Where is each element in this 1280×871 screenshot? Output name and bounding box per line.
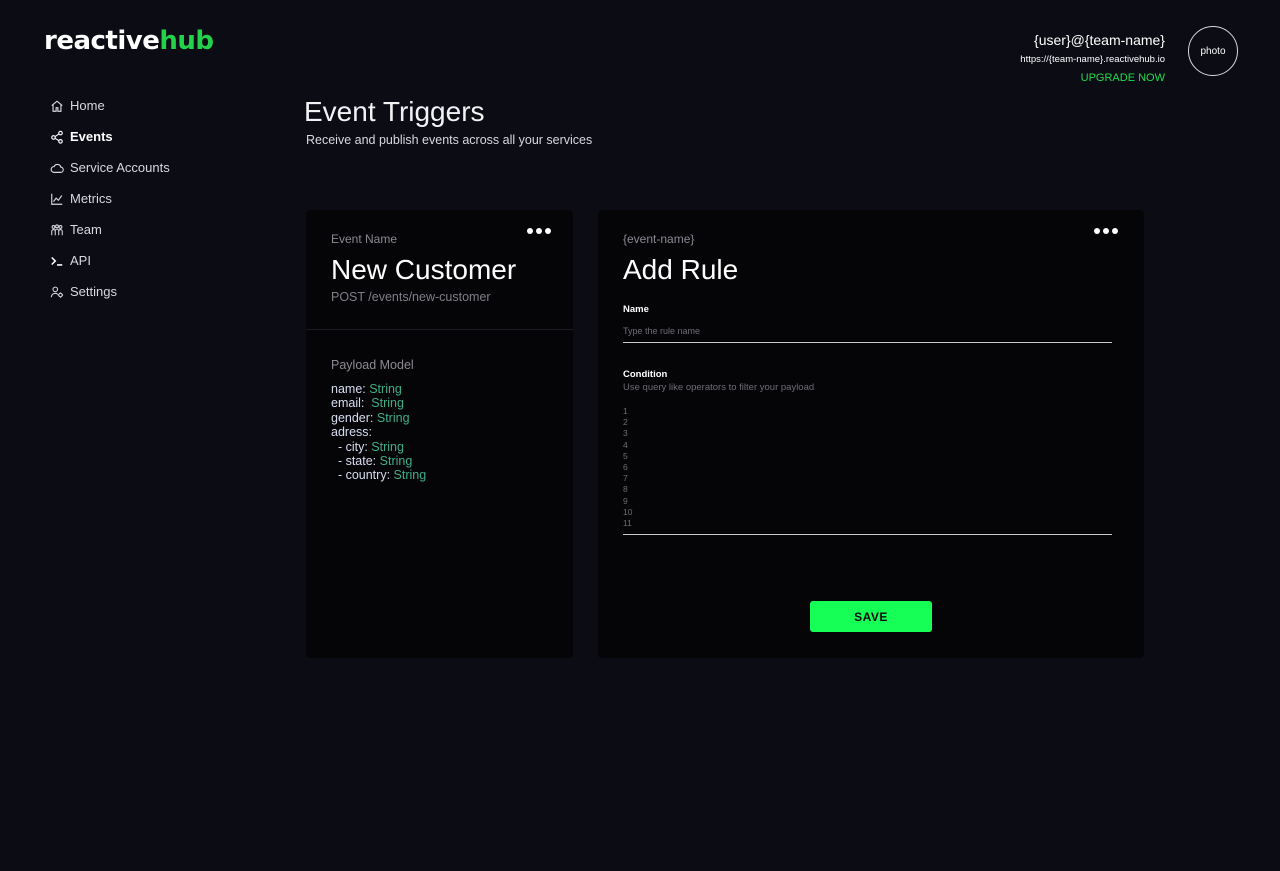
add-rule-title: Add Rule [623,254,739,285]
logo-text-accent: hub [159,26,214,56]
line-number: 3 [623,428,628,439]
sidebar-item-label: Events [70,129,113,144]
payload-field: name: String [331,382,402,396]
user-gear-icon [50,285,64,299]
logo[interactable]: reactivehub [44,26,214,56]
more-options-icon[interactable] [1094,228,1118,234]
sidebar-item-events[interactable]: Events [50,121,250,152]
event-endpoint: POST /events/new-customer [331,290,491,304]
home-icon [50,99,64,113]
sidebar: Home Events Service Accounts Metrics Tea… [50,90,250,307]
event-name-label: Event Name [331,232,398,246]
user-handle: {user}@{team-name} [1034,32,1165,48]
line-number: 11 [623,517,632,528]
chart-line-icon [50,192,64,206]
sidebar-item-api[interactable]: API [50,245,250,276]
payload-field: - state: String [331,454,413,469]
condition-label: Condition [623,369,668,380]
line-number: 2 [623,417,628,428]
user-info: {user}@{team-name} https://{team-name}.r… [1020,32,1165,84]
logo-text-primary: reactive [44,26,160,56]
line-number: 6 [623,461,628,472]
line-number: 4 [623,439,628,450]
sidebar-item-label: Team [70,222,102,237]
more-options-icon[interactable] [527,228,551,234]
save-button[interactable]: SAVE [810,601,932,632]
sidebar-item-metrics[interactable]: Metrics [50,183,250,214]
card-divider [306,329,573,330]
upgrade-link[interactable]: UPGRADE NOW [1020,72,1165,84]
cloud-icon [50,161,64,175]
page-subtitle: Receive and publish events across all yo… [306,133,593,147]
terminal-icon [50,254,64,268]
payload-field: email: String [331,396,404,411]
sidebar-item-label: Service Accounts [70,160,170,175]
sidebar-item-home[interactable]: Home [50,90,250,121]
sidebar-item-label: API [70,253,91,268]
sidebar-item-label: Home [70,98,105,113]
sidebar-item-settings[interactable]: Settings [50,276,250,307]
line-number: 1 [623,406,628,416]
avatar-label: photo [1200,45,1226,57]
sidebar-item-label: Settings [70,284,117,299]
sidebar-item-service-accounts[interactable]: Service Accounts [50,152,250,183]
share-nodes-icon [50,130,64,144]
avatar[interactable]: photo [1188,26,1238,76]
payload-field: gender: String [331,410,410,425]
page-title: Event Triggers [304,96,485,127]
add-rule-card: {event-name} Add Rule Name Condition Use… [598,210,1144,658]
line-number: 10 [623,506,633,517]
line-number: 8 [623,484,628,495]
team-url: https://{team-name}.reactivehub.io [1020,54,1165,65]
payload-field: - city: String [331,439,404,454]
sidebar-item-team[interactable]: Team [50,214,250,245]
condition-hint: Use query like operators to filter your … [623,382,815,393]
condition-editor[interactable]: 1 2 3 4 5 6 7 8 9 10 11 [623,406,1112,535]
payload-field: adress: [331,425,372,440]
payload-model-title: Payload Model [331,358,414,372]
team-icon [50,223,64,237]
rule-name-label: Name [623,304,649,315]
event-card: Event Name New Customer POST /events/new… [306,210,573,658]
event-name-placeholder: {event-name} [623,232,695,246]
sidebar-item-label: Metrics [70,191,112,206]
rule-name-input[interactable] [623,320,1112,343]
payload-model: name: String email: String gender: String a… [331,382,426,483]
line-number: 5 [623,450,628,461]
event-name: New Customer [331,254,517,285]
line-number: 7 [623,473,628,484]
line-number: 9 [623,495,628,506]
payload-field: - country: String [331,468,427,483]
